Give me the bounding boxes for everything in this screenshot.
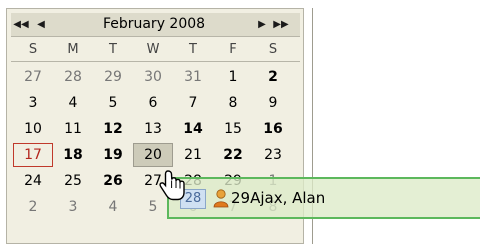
weekday-row: S M T W T F S	[11, 40, 300, 66]
previous-month-icon[interactable]: ◀	[33, 18, 49, 31]
previous-year-icon[interactable]: ◀◀	[13, 18, 29, 31]
calendar-day[interactable]: 21	[173, 143, 213, 167]
calendar-day[interactable]: 30	[133, 65, 173, 89]
calendar-day[interactable]: 4	[93, 195, 133, 219]
calendar-day[interactable]: 2	[13, 195, 53, 219]
calendar-day[interactable]: 19	[93, 143, 133, 167]
calendar-day[interactable]: 15	[213, 117, 253, 141]
calendar-day[interactable]: 2	[253, 65, 293, 89]
calendar-day[interactable]: 4	[53, 91, 93, 115]
calendar-day[interactable]: 9	[253, 91, 293, 115]
weekday-label: M	[67, 42, 79, 57]
calendar-day[interactable]: 10	[13, 117, 53, 141]
calendar-day[interactable]: 11	[53, 117, 93, 141]
month-title: February 2008	[102, 16, 206, 32]
weekday-label: S	[268, 42, 278, 57]
calendar-day[interactable]: 20	[133, 143, 173, 167]
next-month-icon[interactable]: ▶	[254, 18, 270, 31]
calendar-day[interactable]: 25	[53, 169, 93, 193]
weekday-label: T	[189, 42, 197, 57]
calendar-day[interactable]: 27	[13, 65, 53, 89]
weekday-label: S	[28, 42, 38, 57]
week-row: 17 18 19 20 21 22 23	[11, 143, 300, 169]
dragged-appointment[interactable]: 28 29Ajax, Alan	[167, 177, 480, 219]
calendar-day[interactable]: 3	[53, 195, 93, 219]
hand-cursor-icon	[159, 170, 185, 201]
appointment-label: 29Ajax, Alan	[231, 189, 326, 207]
calendar-day[interactable]: 7	[173, 91, 213, 115]
weekday-label: W	[146, 42, 160, 57]
calendar-day[interactable]: 18	[53, 143, 93, 167]
calendar-day[interactable]: 28	[53, 65, 93, 89]
calendar-day[interactable]: 3	[13, 91, 53, 115]
calendar-day[interactable]: 31	[173, 65, 213, 89]
calendar-day[interactable]: 1	[213, 65, 253, 89]
calendar-header: ◀◀ ◀ February 2008 ▶ ▶▶	[11, 13, 300, 37]
week-row: 3456789	[11, 91, 300, 117]
weekday-divider	[11, 61, 300, 62]
calendar-day[interactable]: 14	[173, 117, 213, 141]
calendar-day[interactable]: 13	[133, 117, 173, 141]
calendar-day[interactable]: 16	[253, 117, 293, 141]
calendar-day[interactable]: 26	[93, 169, 133, 193]
weekday-label: T	[109, 42, 117, 57]
calendar-day[interactable]: 5	[93, 91, 133, 115]
week-row: 10 11 12 13 14 15 16	[11, 117, 300, 143]
calendar-day[interactable]: 12	[93, 117, 133, 141]
calendar-day[interactable]: 8	[213, 91, 253, 115]
next-year-icon[interactable]: ▶▶	[273, 18, 289, 31]
calendar-day[interactable]: 22	[213, 143, 253, 167]
calendar-day[interactable]: 17	[13, 143, 53, 167]
weekday-label: F	[229, 42, 237, 57]
calendar-day[interactable]: 24	[13, 169, 53, 193]
calendar-day[interactable]: 6	[133, 91, 173, 115]
calendar-day[interactable]: 29	[93, 65, 133, 89]
calendar-day[interactable]: 23	[253, 143, 293, 167]
week-row: 27 28 29 30 31 1 2	[11, 65, 300, 91]
